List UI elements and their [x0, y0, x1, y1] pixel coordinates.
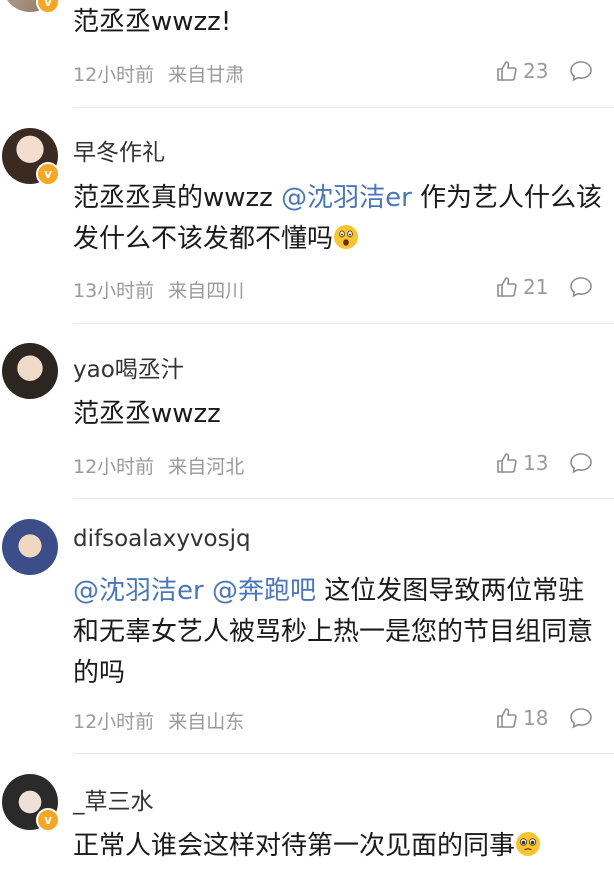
comment-text: 正常人谁会这样对待第一次见面的同事: [73, 826, 606, 867]
reply-icon[interactable]: [568, 706, 594, 730]
avatar[interactable]: v: [2, 128, 60, 186]
verified-badge-icon: v: [36, 162, 60, 186]
comment-text: 范丞丞真的wwzz @沈羽洁er 作为艺人什么该发什么不该发都不懂吗: [73, 183, 603, 254]
divider: [73, 107, 614, 108]
username[interactable]: _草三水: [73, 782, 154, 816]
reply-icon[interactable]: [568, 451, 594, 475]
comment-text: 范丞丞wwzz!: [73, 7, 232, 37]
comment-meta: 12小时前 来自甘肃: [73, 60, 244, 87]
thumbs-up-icon: [497, 453, 517, 473]
comment-location: 来自河北: [168, 456, 245, 478]
like-button[interactable]: 18: [495, 706, 548, 730]
like-count: 23: [523, 59, 549, 83]
divider: [73, 498, 614, 499]
username[interactable]: 早冬作礼: [73, 133, 165, 167]
comment-time: 13小时前: [73, 280, 155, 302]
divider: [73, 323, 614, 324]
like-button[interactable]: 13: [495, 451, 548, 475]
thumbs-up-icon: [497, 61, 517, 81]
like-button[interactable]: 21: [495, 275, 548, 299]
comment-location: 来自山东: [168, 711, 245, 733]
shocked-face-icon: [334, 225, 359, 249]
pleading-face-icon: [516, 832, 541, 856]
avatar[interactable]: [2, 343, 58, 399]
avatar[interactable]: [2, 519, 58, 575]
comment-meta: 13小时前 来自四川: [73, 276, 244, 303]
comment-meta: 12小时前 来自山东: [73, 707, 244, 734]
like-count: 13: [523, 451, 549, 475]
reply-icon[interactable]: [568, 275, 594, 299]
divider: [73, 753, 614, 754]
thumbs-up-icon: [497, 277, 517, 297]
comment-text: 范丞丞wwzz: [73, 399, 221, 429]
thumbs-up-icon: [497, 708, 517, 728]
comment-text: @沈羽洁er @奔跑吧 这位发图导致两位常驻和无辜女艺人被骂秒上热一是您的节目组…: [73, 576, 594, 688]
username[interactable]: difsoalaxyvosjq: [73, 526, 251, 552]
like-count: 18: [523, 706, 549, 730]
mention-link[interactable]: @沈羽洁er: [73, 576, 204, 606]
reply-icon[interactable]: [568, 59, 594, 83]
like-count: 21: [523, 275, 549, 299]
like-button[interactable]: 23: [495, 59, 548, 83]
mention-link[interactable]: @沈羽洁er: [281, 183, 412, 213]
comment-meta: 12小时前 来自河北: [73, 452, 244, 479]
comment-time: 12小时前: [73, 64, 155, 86]
comment-location: 来自甘肃: [168, 64, 245, 86]
verified-badge-icon: v: [36, 808, 60, 832]
mention-link[interactable]: @奔跑吧: [212, 576, 316, 606]
comment-time: 12小时前: [73, 711, 155, 733]
avatar[interactable]: v: [2, 0, 60, 14]
comment-location: 来自四川: [168, 280, 245, 302]
comment-time: 12小时前: [73, 456, 155, 478]
username[interactable]: yao喝丞汁: [73, 350, 184, 384]
verified-badge-icon: v: [36, 0, 60, 14]
avatar[interactable]: v: [2, 774, 60, 832]
